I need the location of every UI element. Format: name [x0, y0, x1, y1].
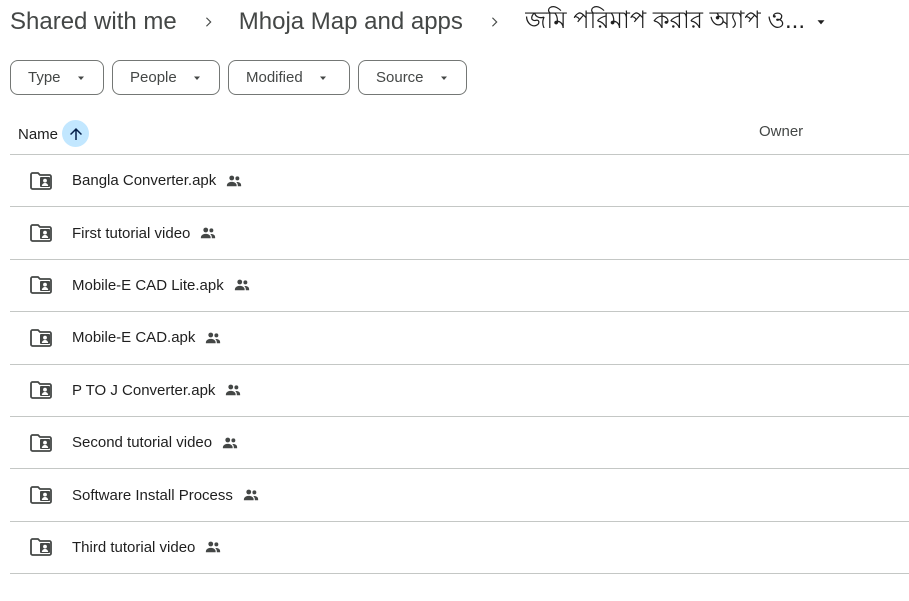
filter-people-label: People	[130, 69, 177, 86]
shared-people-icon	[224, 381, 242, 399]
file-name: Mobile-E CAD.apk	[72, 329, 196, 347]
shared-people-icon	[225, 172, 243, 190]
breadcrumb-current-folder[interactable]: জমি পরিমাপ করার অ্যাপ ও...	[525, 2, 833, 42]
filter-modified-label: Modified	[246, 69, 303, 86]
shared-people-icon	[199, 224, 217, 242]
row-name-cell: Third tutorial video	[72, 538, 222, 556]
row-name-cell: Mobile-E CAD Lite.apk	[72, 276, 251, 294]
sort-direction-button[interactable]	[62, 120, 90, 147]
table-row[interactable]: Second tutorial video	[10, 417, 909, 470]
shared-folder-icon	[29, 483, 53, 507]
shared-folder-icon	[29, 221, 53, 245]
shared-folder-icon	[29, 378, 53, 402]
filter-source-button[interactable]: Source	[358, 60, 467, 95]
file-list: Bangla Converter.apk First tutorial vide…	[10, 155, 909, 575]
shared-people-icon	[233, 276, 251, 294]
shared-people-icon	[204, 329, 222, 347]
table-row[interactable]: Bangla Converter.apk	[10, 155, 909, 208]
row-name-cell: Second tutorial video	[72, 434, 239, 452]
row-name-cell: Software Install Process	[72, 486, 260, 504]
filter-source-label: Source	[376, 69, 424, 86]
file-name: Software Install Process	[72, 486, 233, 504]
table-row[interactable]: Software Install Process	[10, 469, 909, 522]
filter-people-button[interactable]: People	[112, 60, 220, 95]
table-row[interactable]: Third tutorial video	[10, 522, 909, 575]
chevron-right-icon	[177, 10, 239, 34]
breadcrumb-shared-with-me[interactable]: Shared with me	[10, 8, 177, 36]
file-name: First tutorial video	[72, 224, 191, 242]
table-row[interactable]: Mobile-E CAD.apk	[10, 312, 909, 365]
filter-type-label: Type	[28, 69, 61, 86]
current-folder-title: জমি পরিমাপ করার অ্যাপ ও...	[524, 7, 805, 34]
file-name: Bangla Converter.apk	[72, 172, 217, 190]
row-name-cell: Mobile-E CAD.apk	[72, 329, 222, 347]
shared-folder-icon	[29, 169, 53, 193]
shared-folder-icon	[29, 535, 53, 559]
column-header-name[interactable]: Name	[18, 120, 90, 147]
caret-down-icon	[809, 10, 833, 34]
shared-people-icon	[242, 486, 260, 504]
filter-modified-button[interactable]: Modified	[228, 60, 350, 95]
shared-folder-icon	[29, 431, 53, 455]
column-name-label: Name	[18, 126, 59, 143]
row-name-cell: Bangla Converter.apk	[72, 172, 243, 190]
file-name: Second tutorial video	[72, 434, 213, 452]
filter-chips: Type People Modified Source	[10, 60, 467, 95]
table-row[interactable]: First tutorial video	[10, 207, 909, 260]
shared-folder-icon	[29, 326, 53, 350]
table-row[interactable]: P TO J Converter.apk	[10, 365, 909, 417]
file-name: Third tutorial video	[72, 538, 196, 556]
chevron-right-icon	[463, 10, 525, 34]
shared-folder-icon	[29, 273, 53, 297]
drive-folder-view: Shared with me Mhoja Map and apps জমি পর…	[0, 0, 909, 601]
breadcrumb-mhoja-map-and-apps[interactable]: Mhoja Map and apps	[239, 8, 463, 36]
caret-down-icon	[438, 72, 450, 84]
table-row[interactable]: Mobile-E CAD Lite.apk	[10, 260, 909, 313]
caret-down-icon	[317, 72, 329, 84]
breadcrumb: Shared with me Mhoja Map and apps জমি পর…	[10, 0, 833, 44]
row-name-cell: First tutorial video	[72, 224, 217, 242]
caret-down-icon	[75, 72, 87, 84]
arrow-up-icon	[69, 127, 82, 140]
shared-people-icon	[204, 538, 222, 556]
row-name-cell: P TO J Converter.apk	[72, 381, 242, 399]
shared-people-icon	[221, 434, 239, 452]
file-name: Mobile-E CAD Lite.apk	[72, 276, 224, 294]
filter-type-button[interactable]: Type	[10, 60, 104, 95]
file-name: P TO J Converter.apk	[72, 381, 216, 399]
column-header-owner[interactable]: Owner	[759, 123, 803, 140]
table-header: Name Owner	[10, 110, 909, 155]
caret-down-icon	[191, 72, 203, 84]
